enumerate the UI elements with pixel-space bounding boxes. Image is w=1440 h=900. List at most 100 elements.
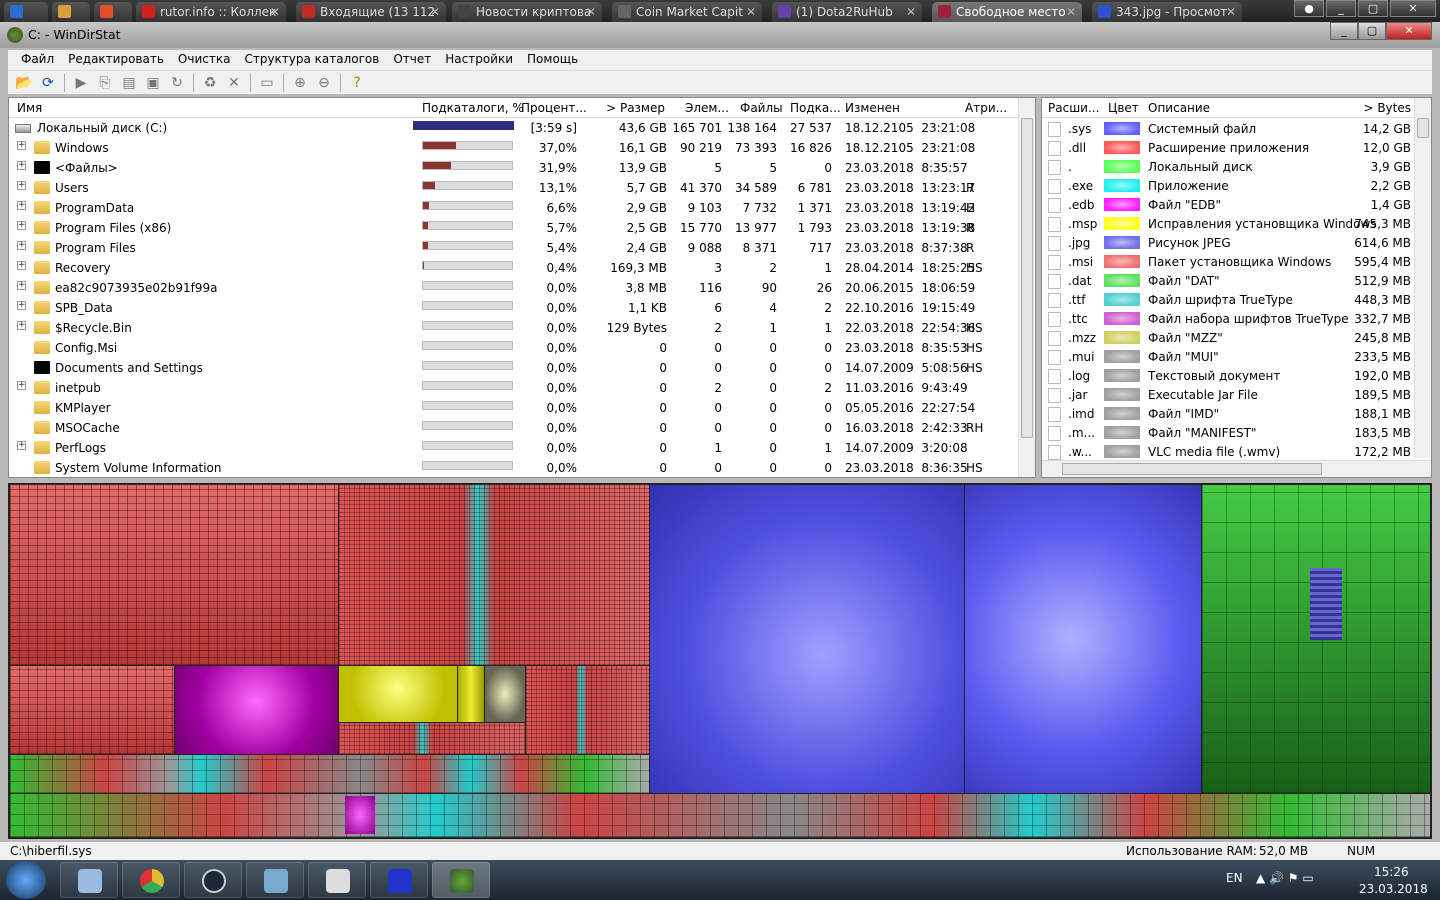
ext-row[interactable]: .ttf Файл шрифта TrueType 448,3 MB bbox=[1042, 291, 1431, 310]
ext-row[interactable]: .m... Файл "MANIFEST" 183,5 MB bbox=[1042, 424, 1431, 443]
table-row[interactable]: System Volume Information 0,0% 0 0 0 0 23.03.2… bbox=[9, 458, 1035, 477]
expand-icon[interactable]: + bbox=[17, 261, 26, 270]
recycle-icon[interactable]: ♻ bbox=[200, 74, 220, 92]
browser-tab[interactable]: Coin Market Capit ✕ bbox=[612, 2, 762, 22]
menu-item[interactable]: Редактировать bbox=[61, 52, 171, 70]
help-icon[interactable]: ? bbox=[347, 74, 367, 92]
tab-close-icon[interactable]: ✕ bbox=[430, 5, 440, 19]
col-percent[interactable]: Процент... bbox=[521, 101, 587, 115]
expand-icon[interactable]: + bbox=[17, 221, 26, 230]
browser-tab[interactable]: rutor.info :: Коллек ✕ bbox=[136, 2, 286, 22]
clock-time[interactable]: 15:26 bbox=[1374, 865, 1409, 879]
treemap-block[interactable] bbox=[339, 723, 525, 754]
treemap-block[interactable] bbox=[10, 666, 174, 754]
profile-button[interactable]: ● bbox=[1294, 0, 1324, 17]
browser-close-button[interactable]: ✕ bbox=[1390, 0, 1436, 17]
tab-close-icon[interactable]: ✕ bbox=[586, 5, 596, 19]
ext-row[interactable]: .mui Файл "MUI" 233,5 MB bbox=[1042, 348, 1431, 367]
menu-item[interactable]: Отчет bbox=[386, 52, 438, 70]
table-row[interactable]: + ea82c9073935e02b91f99a 0,0% 3,8 MB 116 90 26… bbox=[9, 278, 1035, 298]
col-subtree[interactable]: Подкаталоги, % bbox=[422, 101, 524, 115]
copy-icon[interactable]: ⎘ bbox=[95, 74, 115, 92]
table-row[interactable]: + SPB_Data 0,0% 1,1 KB 6 4 2 22.10.2016 19:15:4… bbox=[9, 298, 1035, 318]
menu-item[interactable]: Настройки bbox=[438, 52, 520, 70]
col-bytes[interactable]: > Bytes bbox=[1363, 101, 1411, 115]
ext-row[interactable]: .dat Файл "DAT" 512,9 MB bbox=[1042, 272, 1431, 291]
treemap-block[interactable] bbox=[10, 794, 1430, 837]
col-attributes[interactable]: Атри... bbox=[965, 101, 1007, 115]
col-subdirs[interactable]: Подка... bbox=[790, 101, 841, 115]
ext-row[interactable]: .mzz Файл "MZZ" 245,8 MB bbox=[1042, 329, 1431, 348]
ext-row[interactable]: .log Текстовый документ 192,0 MB bbox=[1042, 367, 1431, 386]
refresh-selected-icon[interactable]: ↻ bbox=[167, 74, 187, 92]
expand-icon[interactable]: + bbox=[17, 321, 26, 330]
table-row[interactable]: + ProgramData 6,6% 2,9 GB 9 103 7 732 1 371 23.… bbox=[9, 198, 1035, 218]
expand-icon[interactable]: + bbox=[17, 301, 26, 310]
treemap-block-msp[interactable] bbox=[458, 666, 484, 722]
tab-close-icon[interactable]: ✕ bbox=[746, 5, 756, 19]
browser-tab[interactable]: (1) Dota2RuHub ✕ bbox=[772, 2, 922, 22]
close-button[interactable]: ✕ bbox=[1386, 22, 1432, 40]
start-button[interactable] bbox=[6, 861, 46, 899]
table-row[interactable]: + <Файлы> 31,9% 13,9 GB 5 5 0 23.03.2018 8:35:5… bbox=[9, 158, 1035, 178]
tab-close-icon[interactable]: ✕ bbox=[270, 5, 280, 19]
play-icon[interactable]: ▶ bbox=[71, 74, 91, 92]
ext-row[interactable]: .jpg Рисунок JPEG 614,6 MB bbox=[1042, 234, 1431, 253]
table-row[interactable]: + Program Files 5,4% 2,4 GB 9 088 8 371 717 23.… bbox=[9, 238, 1035, 258]
tab-close-icon[interactable]: ✕ bbox=[1226, 5, 1236, 19]
taskbar-save-app[interactable] bbox=[370, 862, 428, 898]
taskbar-control-panel[interactable] bbox=[246, 862, 304, 898]
browser-tab[interactable]: 343.jpg - Просмот ✕ bbox=[1092, 2, 1242, 22]
table-row[interactable]: + Program Files (x86) 5,7% 2,5 GB 15 770 13 9… bbox=[9, 218, 1035, 238]
refresh-icon[interactable]: ⟳ bbox=[38, 74, 58, 92]
taskbar-windirstat[interactable] bbox=[432, 862, 490, 898]
table-row[interactable]: + Recovery 0,4% 169,3 MB 3 2 1 28.04.2014 18:25… bbox=[9, 258, 1035, 278]
expand-icon[interactable]: + bbox=[17, 241, 26, 250]
ext-row[interactable]: .msi Пакет установщика Windows 595,4 MB bbox=[1042, 253, 1431, 272]
col-modified[interactable]: Изменен bbox=[845, 101, 900, 115]
ext-row[interactable]: .exe Приложение 2,2 GB bbox=[1042, 177, 1431, 196]
table-row[interactable]: MSOCache 0,0% 0 0 0 0 16.03.2018 2:42:33 RH bbox=[9, 418, 1035, 438]
browser-minimize-button[interactable]: _ bbox=[1326, 0, 1356, 17]
menu-item[interactable]: Файл bbox=[14, 52, 61, 70]
table-row[interactable]: Documents and Settings 0,0% 0 0 0 0 14.07.2009… bbox=[9, 358, 1035, 378]
col-color[interactable]: Цвет bbox=[1108, 101, 1139, 115]
taskbar-calculator[interactable] bbox=[60, 862, 118, 898]
taskbar-app[interactable] bbox=[308, 862, 366, 898]
taskbar-steam[interactable] bbox=[184, 862, 242, 898]
clock-date[interactable]: 23.03.2018 bbox=[1359, 882, 1428, 896]
tree-scrollbar[interactable] bbox=[1018, 98, 1035, 477]
expand-icon[interactable]: + bbox=[17, 161, 26, 170]
col-description[interactable]: Описание bbox=[1148, 101, 1210, 115]
ext-row[interactable]: .msp Исправления установщика Windows 745,3… bbox=[1042, 215, 1431, 234]
treemap-block[interactable] bbox=[1310, 568, 1342, 640]
browser-maximize-button[interactable]: ▢ bbox=[1358, 0, 1388, 17]
ext-row[interactable]: .imd Файл "IMD" 188,1 MB bbox=[1042, 405, 1431, 424]
browser-tab[interactable] bbox=[52, 2, 90, 22]
browser-tab[interactable]: Свободное место ✕ bbox=[932, 2, 1082, 22]
treemap-block[interactable] bbox=[339, 485, 649, 665]
taskbar-chrome[interactable] bbox=[122, 862, 180, 898]
ext-hscrollbar[interactable] bbox=[1042, 460, 1431, 477]
open-folder-icon[interactable]: 📂 bbox=[14, 74, 34, 92]
maximize-button[interactable]: ▢ bbox=[1358, 22, 1386, 40]
command-prompt-icon[interactable]: ▣ bbox=[143, 74, 163, 92]
delete-icon[interactable]: ✕ bbox=[224, 74, 244, 92]
expand-icon[interactable]: + bbox=[17, 201, 26, 210]
menu-item[interactable]: Очистка bbox=[171, 52, 238, 70]
col-ext[interactable]: Расши... bbox=[1048, 101, 1099, 115]
browser-tab[interactable]: Новости криптова ✕ bbox=[452, 2, 602, 22]
table-row[interactable]: + Windows 37,0% 16,1 GB 90 219 73 393 16 826 18… bbox=[9, 138, 1035, 158]
table-row[interactable]: + $Recycle.Bin 0,0% 129 Bytes 2 1 1 22.03.2018 … bbox=[9, 318, 1035, 338]
table-row[interactable]: Локальный диск (C:) [3:59 s] 43,6 GB 165 70… bbox=[9, 118, 1035, 138]
treemap[interactable] bbox=[8, 483, 1432, 839]
treemap-block[interactable] bbox=[526, 666, 649, 754]
ext-row[interactable]: . Локальный диск 3,9 GB bbox=[1042, 158, 1431, 177]
ext-row[interactable]: .edb Файл "EDB" 1,4 GB bbox=[1042, 196, 1431, 215]
minimize-button[interactable]: _ bbox=[1330, 22, 1358, 40]
browser-tab[interactable] bbox=[4, 2, 48, 22]
tray-icons[interactable]: ▲ 🔊 ⚑ ▭ bbox=[1256, 871, 1314, 885]
treemap-block[interactable] bbox=[345, 796, 375, 834]
tab-close-icon[interactable]: ✕ bbox=[1066, 5, 1076, 19]
col-files[interactable]: Файлы bbox=[740, 101, 783, 115]
